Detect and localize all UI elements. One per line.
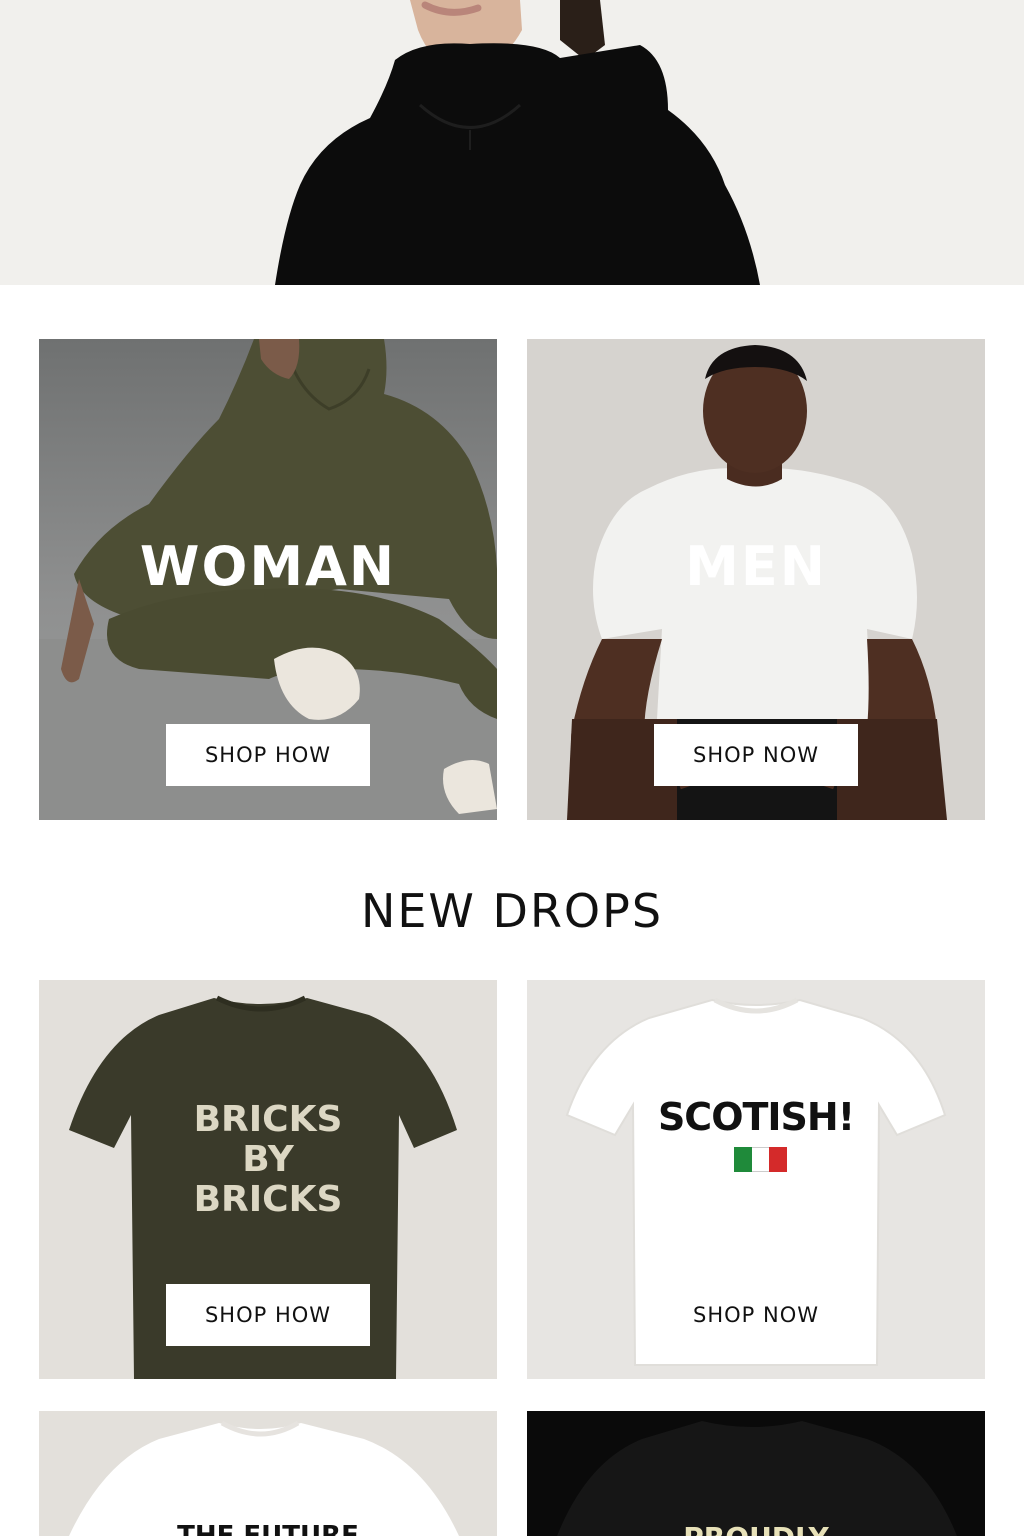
product-card-the-future[interactable]: THE FUTURE — [39, 1411, 497, 1536]
shirt-print-line-3: BRICKS — [193, 1179, 343, 1220]
shirt-print-scotish: SCOTISH! — [657, 1095, 855, 1139]
hero-model-image — [0, 0, 1024, 285]
shop-men-button[interactable]: SHOP NOW — [654, 724, 858, 786]
italian-flag-icon — [734, 1147, 788, 1172]
shirt-print-the-future: THE FUTURE — [177, 1521, 359, 1536]
product-card-proudly[interactable]: PROUDLY — [527, 1411, 985, 1536]
category-title-men: MEN — [685, 535, 827, 598]
shirt-print-bricks: BRICKS BY BRICKS — [39, 1100, 497, 1220]
category-card-men[interactable]: MEN SHOP NOW — [527, 339, 985, 820]
category-card-woman[interactable]: WOMAN SHOP HOW — [39, 339, 497, 820]
white-tshirt-image — [39, 1411, 497, 1536]
product-card-scotish[interactable]: SCOTISH! SHOP NOW — [527, 980, 985, 1379]
hero-banner — [0, 0, 1024, 285]
product-card-bricks-by-bricks[interactable]: BRICKS BY BRICKS SHOP HOW — [39, 980, 497, 1379]
shop-bricks-button[interactable]: SHOP HOW — [166, 1284, 370, 1346]
shop-scotish-button[interactable]: SHOP NOW — [654, 1284, 858, 1346]
new-drops-heading: NEW DROPS — [360, 884, 664, 938]
category-title-woman: WOMAN — [139, 535, 397, 598]
shirt-print-proudly: PROUDLY — [527, 1521, 985, 1536]
black-tshirt-image — [527, 1411, 985, 1536]
shop-woman-button[interactable]: SHOP HOW — [166, 724, 370, 786]
shirt-print-line-2: BY — [242, 1139, 294, 1180]
shirt-print-line-1: BRICKS — [193, 1099, 343, 1140]
